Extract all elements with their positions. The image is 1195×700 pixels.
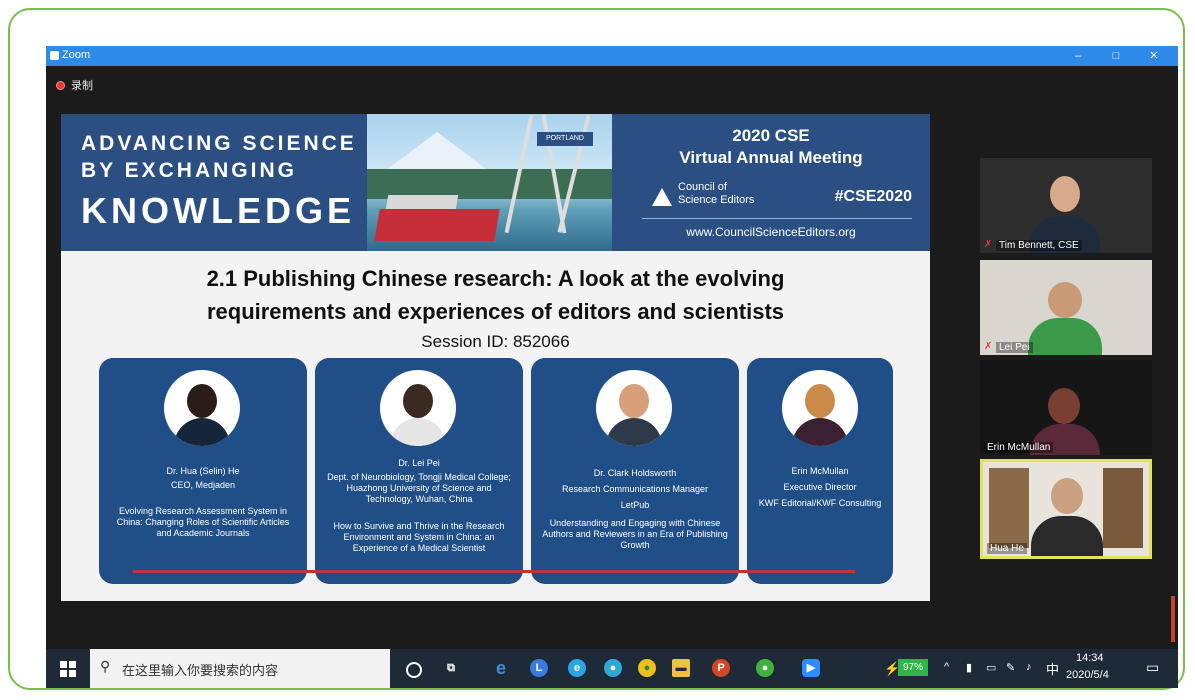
speaker-photo [782, 370, 858, 446]
participant-name: Tim Bennett, CSE [996, 240, 1082, 251]
cse-logo-icon [652, 188, 672, 206]
zoom-icon[interactable]: ▶ [802, 659, 820, 677]
taskbar-date[interactable]: 2020/5/4 [1066, 669, 1109, 681]
chrome-icon[interactable]: ● [604, 659, 622, 677]
window-title: Zoom [62, 49, 91, 61]
notification-icon[interactable]: ▭ [1146, 659, 1159, 676]
muted-mic-icon: ✗ [984, 239, 993, 250]
cortana-icon[interactable] [406, 662, 422, 678]
participant-name: Lei Pei [996, 342, 1033, 353]
org-name-line-1: Council of [678, 181, 727, 193]
network-icon[interactable]: ▭ [986, 661, 996, 674]
speaker-talk: Understanding and Engaging with Chinese … [542, 518, 728, 550]
event-hashtag: #CSE2020 [834, 188, 912, 205]
taskbar-time[interactable]: 14:34 [1076, 652, 1104, 664]
cargo-ship [374, 195, 500, 241]
session-title-line-1: 2.1 Publishing Chinese research: A look … [206, 266, 785, 291]
tagline-line-1: ADVANCING SCIENCE [81, 132, 357, 155]
volume-icon[interactable]: ♪ [1026, 661, 1032, 673]
participant-tile[interactable]: Erin McMullan [980, 360, 1152, 455]
speaker-card: Dr. Clark Holdsworth Research Communicat… [531, 358, 739, 584]
chevron-up-icon[interactable]: ^ [944, 661, 949, 673]
event-info: 2020 CSE Virtual Annual Meeting Council … [612, 114, 930, 251]
session-id: Session ID: 852066 [421, 332, 570, 351]
task-view-icon[interactable]: ⧉ [442, 659, 460, 677]
search-icon: ⚲ [100, 658, 111, 674]
speaker-org: KWF Editorial/KWF Consulting [758, 498, 882, 508]
yellow-app-icon[interactable]: ● [638, 659, 656, 677]
recording-label: 录制 [71, 80, 93, 92]
speaker-name: Dr. Hua (Selin) He [166, 466, 240, 476]
speaker-card: Erin McMullan Executive Director KWF Edi… [747, 358, 893, 584]
participant-tile[interactable]: ✗ Tim Bennett, CSE [980, 158, 1152, 253]
taskbar-search-box[interactable]: ⚲ 在这里输入你要搜索的内容 [90, 649, 390, 688]
search-placeholder: 在这里输入你要搜索的内容 [122, 663, 279, 678]
banner-tagline: ADVANCING SCIENCE BY EXCHANGING KNOWLEDG… [61, 114, 367, 251]
title-bar: Zoom – □ ✕ [46, 46, 1178, 66]
edge-icon[interactable]: e [492, 659, 510, 677]
speaker-name: Erin McMullan [791, 466, 849, 476]
windows-start-icon[interactable] [60, 661, 76, 677]
battery-indicator[interactable]: 97% [898, 659, 928, 676]
speaker-name: Dr. Clark Holdsworth [593, 468, 677, 478]
muted-mic-icon: ✗ [984, 341, 993, 352]
org-name-line-2: Science Editors [678, 194, 755, 206]
speaker-card: Dr. Hua (Selin) He CEO, Medjaden Evolvin… [99, 358, 307, 584]
speaker-role: Dept. of Neurobiology, Tongji Medical Co… [327, 472, 511, 504]
recording-indicator[interactable]: 录制 [56, 77, 93, 93]
zoom-app-icon [50, 51, 59, 60]
pen-icon[interactable]: ✎ [1006, 661, 1015, 674]
powerpoint-icon[interactable]: P [712, 659, 730, 677]
minimize-button[interactable]: – [1060, 46, 1096, 66]
participant-tile[interactable]: ✗ Lei Pei [980, 260, 1152, 355]
tagline-line-2: BY EXCHANGING [81, 159, 297, 182]
speaker-name: Dr. Lei Pei [398, 458, 440, 468]
speaker-role: CEO, Medjaden [170, 480, 236, 490]
portland-sign: PORTLAND [537, 132, 593, 146]
usb-icon[interactable]: ▮ [966, 661, 972, 674]
slide-banner: ADVANCING SCIENCE BY EXCHANGING KNOWLEDG… [61, 114, 930, 251]
outer-frame: Zoom – □ ✕ 录制 ADVANCING SCIENCE BY EXCHA… [8, 8, 1185, 690]
session-title-line-2: requirements and experiences of editors … [206, 299, 785, 324]
speaker-card: Dr. Lei Pei Dept. of Neurobiology, Tongj… [315, 358, 523, 584]
clock-app-icon[interactable]: L [530, 659, 548, 677]
scrollbar[interactable] [1171, 596, 1175, 642]
shared-slide: ADVANCING SCIENCE BY EXCHANGING KNOWLEDG… [61, 114, 930, 601]
speaker-talk: How to Survive and Thrive in the Researc… [333, 521, 505, 553]
record-icon [56, 81, 65, 90]
participant-tile-active-speaker[interactable]: Hua He [980, 459, 1152, 559]
speaker-org: LetPub [620, 500, 650, 510]
zoom-window: Zoom – □ ✕ 录制 ADVANCING SCIENCE BY EXCHA… [46, 46, 1178, 688]
ime-indicator[interactable]: 中 [1046, 659, 1059, 678]
portland-harbor-illustration: PORTLAND [367, 114, 612, 251]
maximize-button[interactable]: □ [1098, 46, 1134, 66]
file-explorer-icon[interactable]: ▬ [672, 659, 690, 677]
red-divider [133, 570, 855, 573]
speaker-role: Executive Director [783, 482, 857, 492]
participant-name: Hua He [987, 543, 1027, 554]
event-name: Virtual Annual Meeting [679, 148, 863, 167]
speaker-talk: Evolving Research Assessment System in C… [116, 506, 290, 538]
wechat-icon[interactable]: ● [756, 659, 774, 677]
windows-taskbar: ⚲ 在这里输入你要搜索的内容 ⧉ e L e ● ● ▬ P ● ▶ ⚡ 97%… [46, 649, 1178, 688]
event-year: 2020 CSE [732, 126, 810, 145]
tagline-line-3: KNOWLEDGE [81, 190, 355, 231]
participant-name: Erin McMullan [984, 442, 1054, 453]
speaker-role: Research Communications Manager [561, 484, 709, 494]
speaker-photo [164, 370, 240, 446]
close-button[interactable]: ✕ [1136, 46, 1172, 66]
ie-icon[interactable]: e [568, 659, 586, 677]
divider [642, 218, 912, 219]
speaker-photo [380, 370, 456, 446]
speaker-photo [596, 370, 672, 446]
org-url: www.CouncilScienceEditors.org [686, 225, 856, 239]
